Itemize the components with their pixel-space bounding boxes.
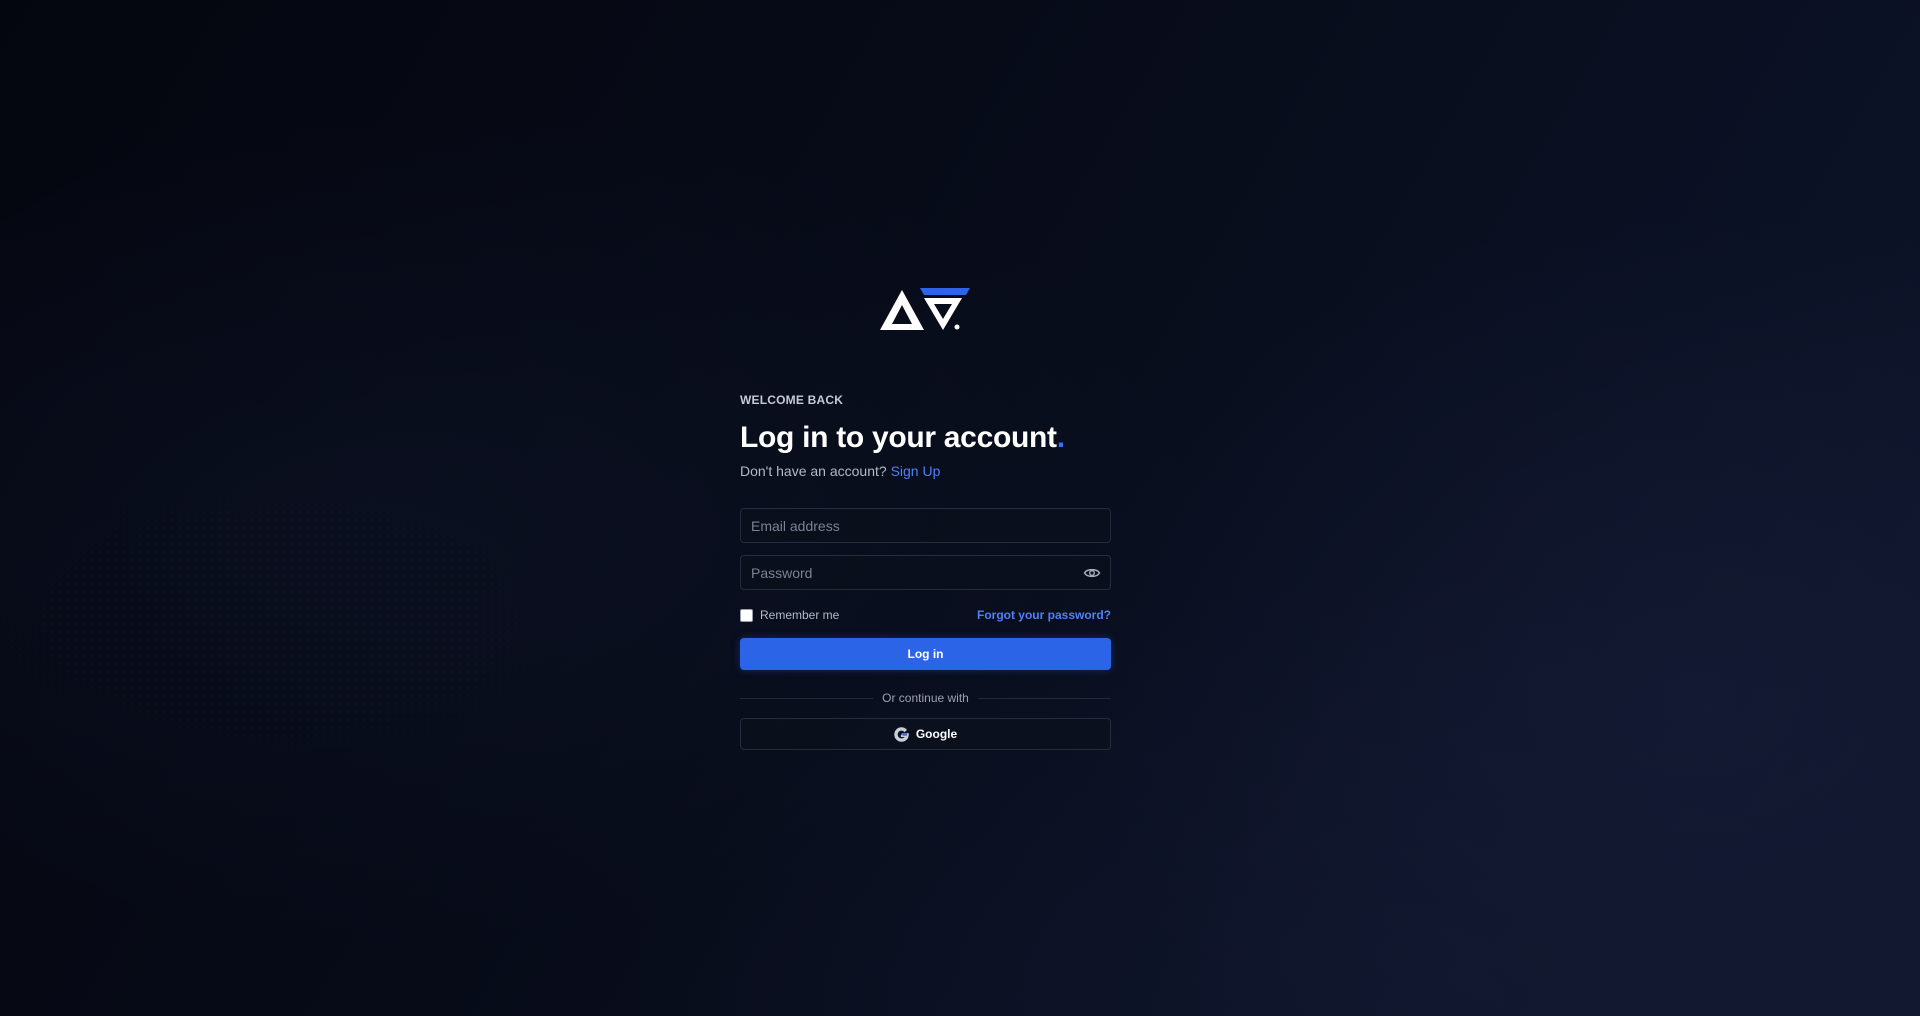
forgot-password-link[interactable]: Forgot your password?	[977, 608, 1111, 622]
password-field-wrapper	[740, 555, 1111, 590]
divider-line-right	[977, 697, 1111, 699]
page-title-text: Log in to your account	[740, 421, 1057, 454]
title-accent-dot: .	[1056, 421, 1065, 454]
google-icon	[894, 726, 909, 742]
email-field-wrapper	[740, 508, 1111, 543]
divider-line-left	[740, 697, 874, 699]
email-field[interactable]	[741, 509, 1110, 542]
signup-prompt: Don't have an account? Sign Up	[740, 461, 1111, 481]
google-login-button[interactable]: Google	[740, 718, 1111, 750]
page-title: Log in to your account.	[740, 420, 1111, 456]
password-field[interactable]	[741, 556, 1110, 589]
google-label: Google	[915, 727, 958, 741]
no-account-text: Don't have an account?	[740, 463, 887, 479]
remember-me[interactable]: Remember me	[740, 608, 839, 622]
remember-checkbox[interactable]	[740, 608, 753, 622]
signup-link[interactable]: Sign Up	[891, 463, 941, 479]
ag-logo-icon	[880, 288, 970, 330]
divider: Or continue with	[740, 690, 1111, 706]
divider-text: Or continue with	[882, 691, 969, 705]
welcome-eyebrow: WELCOME BACK	[740, 393, 844, 407]
remember-label: Remember me	[760, 608, 840, 622]
login-button[interactable]: Log in	[740, 638, 1111, 670]
options-row: Remember me Forgot your password?	[740, 607, 1111, 623]
eye-icon[interactable]	[1083, 565, 1101, 581]
login-form: WELCOME BACK Log in to your account. Don…	[740, 392, 1111, 750]
